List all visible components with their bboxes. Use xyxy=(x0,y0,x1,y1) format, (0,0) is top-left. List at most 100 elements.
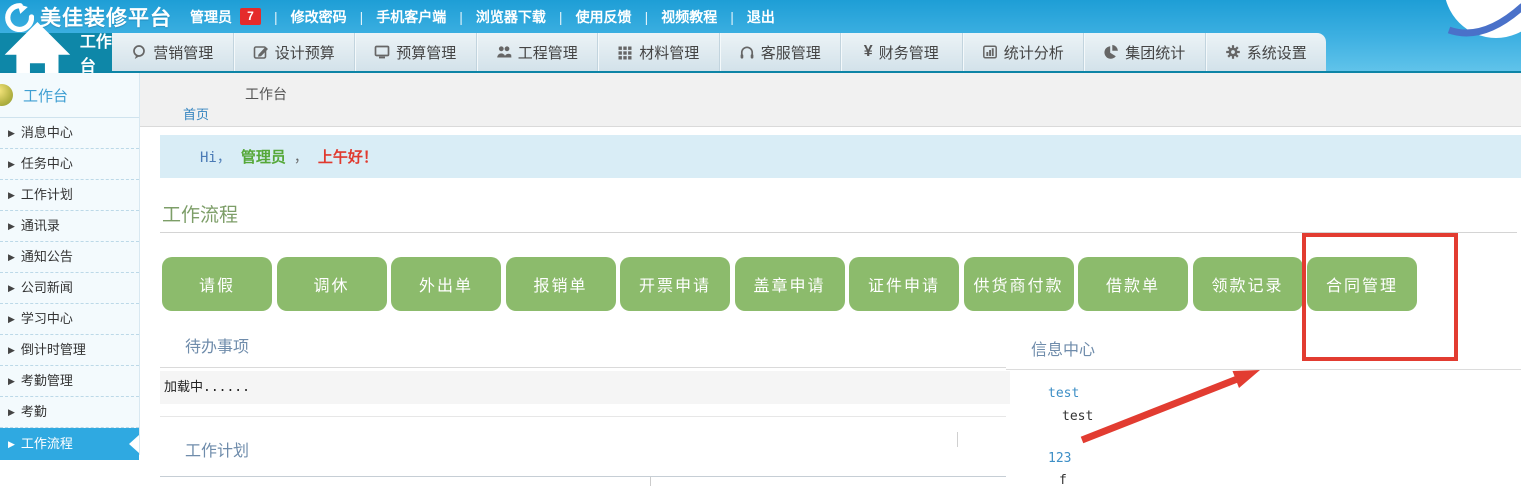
sidebar-item-task-center[interactable]: ▶任务中心 xyxy=(0,149,139,180)
grid-icon xyxy=(617,44,633,60)
sidebar-item-contacts[interactable]: ▶通讯录 xyxy=(0,211,139,242)
change-password-link[interactable]: 修改密码 xyxy=(291,7,347,27)
info-item-link[interactable]: test xyxy=(1048,386,1079,401)
mobile-client-link[interactable]: 手机客户端 xyxy=(376,7,446,27)
topbar: 美佳装修平台 管理员 7 | 修改密码 | 手机客户端 | 浏览器下载 | 使用… xyxy=(0,0,1521,33)
tab-system-settings[interactable]: 系统设置 xyxy=(1205,33,1327,71)
sidebar-header-label: 工作台 xyxy=(23,85,68,106)
todo-divider xyxy=(160,367,1006,368)
logout-link[interactable]: 退出 xyxy=(747,7,775,27)
tab-label: 系统设置 xyxy=(1247,42,1307,63)
workflow-divider xyxy=(160,232,1517,233)
panel-edge-divider xyxy=(957,432,958,447)
sidebar-item-attendance-mgmt[interactable]: ▶考勤管理 xyxy=(0,366,139,397)
info-item-sub[interactable]: test xyxy=(1062,409,1093,424)
tab-label: 材料管理 xyxy=(639,42,699,63)
sidebar-item-label: 公司新闻 xyxy=(21,280,73,295)
pie-chart-icon xyxy=(1103,44,1119,60)
page-title: 工作台 xyxy=(245,84,287,104)
arrow-bullet-icon: ▶ xyxy=(8,345,15,355)
menu-separator: | xyxy=(360,9,364,25)
tab-label: 统计分析 xyxy=(1004,42,1064,63)
arrow-bullet-icon: ▶ xyxy=(8,128,15,138)
topbar-menu: 管理员 7 | 修改密码 | 手机客户端 | 浏览器下载 | 使用反馈 | 视频… xyxy=(190,7,775,27)
arrow-bullet-icon: ▶ xyxy=(8,190,15,200)
contract-management-button[interactable]: 合同管理 xyxy=(1307,257,1417,311)
certificate-request-button[interactable]: 证件申请 xyxy=(849,257,959,311)
sidebar-item-label: 学习中心 xyxy=(21,311,73,326)
user-menu[interactable]: 管理员 xyxy=(190,7,232,27)
sidebar-item-label: 倒计时管理 xyxy=(21,342,86,357)
tab-engineering[interactable]: 工程管理 xyxy=(476,33,598,71)
sidebar-item-label: 通讯录 xyxy=(21,218,60,233)
breadcrumb-strip: 工作台 首页 xyxy=(140,73,1521,127)
sidebar-item-label: 工作计划 xyxy=(21,187,73,202)
info-item-link[interactable]: 123 xyxy=(1048,451,1071,466)
arrow-bullet-icon: ▶ xyxy=(8,283,15,293)
panel-divider xyxy=(160,416,1006,417)
annotation-arrow xyxy=(1068,356,1278,451)
tab-label: 集团统计 xyxy=(1125,42,1185,63)
greeting-username: 管理员 xyxy=(241,146,286,167)
sidebar-item-announcements[interactable]: ▶ 通知公告 xyxy=(0,242,139,273)
tab-workbench[interactable]: 工作台 xyxy=(0,33,112,71)
tab-design-budget[interactable]: 设计预算 xyxy=(233,33,355,71)
greeting-bar: Hi， 管理员 ， 上午好！ xyxy=(160,135,1521,178)
breadcrumb-home-link[interactable]: 首页 xyxy=(183,104,209,123)
sidebar-item-label: 消息中心 xyxy=(21,125,73,140)
sidebar-item-workflow[interactable]: ▶工作流程 xyxy=(0,428,139,460)
arrow-bullet-icon: ▶ xyxy=(8,376,15,386)
supplier-payment-button[interactable]: 供货商付款 xyxy=(964,257,1074,311)
sidebar-item-message-center[interactable]: ▶ 消息中心 xyxy=(0,118,139,149)
plan-section-title: 工作计划 xyxy=(185,437,249,461)
tab-marketing[interactable]: 营销管理 xyxy=(112,33,233,71)
sidebar-header: 工作台 xyxy=(0,73,139,118)
yen-icon: ¥ xyxy=(864,44,873,60)
tab-statistics[interactable]: 统计分析 xyxy=(962,33,1084,71)
payment-record-button[interactable]: 领款记录 xyxy=(1193,257,1303,311)
notification-badge[interactable]: 7 xyxy=(240,8,261,25)
greeting-comma: ， xyxy=(294,147,308,167)
main-nav: 工作台 营销管理 设计预算 预算管理 工程管理 材料管理 客服管理 ¥ 财务管理… xyxy=(0,33,1326,71)
headset-icon xyxy=(739,44,755,60)
gear-icon xyxy=(1225,44,1241,60)
bar-chart-icon xyxy=(982,44,998,60)
users-icon xyxy=(496,44,512,60)
sidebar-item-attendance[interactable]: ▶ 考勤 xyxy=(0,397,139,428)
plan-divider xyxy=(160,476,1006,477)
browser-download-link[interactable]: 浏览器下载 xyxy=(476,7,546,27)
arrow-bullet-icon: ▶ xyxy=(8,407,15,417)
invoice-request-button[interactable]: 开票申请 xyxy=(620,257,730,311)
arrow-bullet-icon: ▶ xyxy=(8,439,15,449)
tab-label: 财务管理 xyxy=(879,42,939,63)
todo-section-title: 待办事项 xyxy=(185,333,249,357)
tab-label: 预算管理 xyxy=(396,42,456,63)
leave-request-button[interactable]: 请假 xyxy=(162,257,272,311)
sidebar-item-countdown[interactable]: ▶ 倒计时管理 xyxy=(0,335,139,366)
tab-label: 客服管理 xyxy=(761,42,821,63)
menu-separator: | xyxy=(730,9,734,25)
feedback-link[interactable]: 使用反馈 xyxy=(576,7,632,27)
sidebar-item-work-plan[interactable]: ▶ 工作计划 xyxy=(0,180,139,211)
tab-budget[interactable]: 预算管理 xyxy=(354,33,476,71)
tab-group-stats[interactable]: 集团统计 xyxy=(1083,33,1205,71)
sidebar-item-label: 考勤 xyxy=(21,404,47,419)
arrow-bullet-icon: ▶ xyxy=(8,252,15,262)
sidebar-item-label: 通知公告 xyxy=(21,249,73,264)
chat-icon xyxy=(131,44,147,60)
tab-customer-service[interactable]: 客服管理 xyxy=(719,33,841,71)
video-tutorial-link[interactable]: 视频教程 xyxy=(661,7,717,27)
table-column-divider xyxy=(650,477,651,486)
outing-form-button[interactable]: 外出单 xyxy=(391,257,501,311)
sidebar-item-learning-center[interactable]: ▶ 学习中心 xyxy=(0,304,139,335)
menu-separator: | xyxy=(645,9,649,25)
tab-materials[interactable]: 材料管理 xyxy=(597,33,719,71)
arrow-bullet-icon: ▶ xyxy=(8,314,15,324)
shift-swap-button[interactable]: 调休 xyxy=(277,257,387,311)
loan-form-button[interactable]: 借款单 xyxy=(1078,257,1188,311)
tab-finance[interactable]: ¥ 财务管理 xyxy=(840,33,962,71)
seal-request-button[interactable]: 盖章申请 xyxy=(735,257,845,311)
sidebar-item-company-news[interactable]: ▶ 公司新闻 xyxy=(0,273,139,304)
reimbursement-button[interactable]: 报销单 xyxy=(506,257,616,311)
tab-label: 工作台 xyxy=(80,28,112,76)
